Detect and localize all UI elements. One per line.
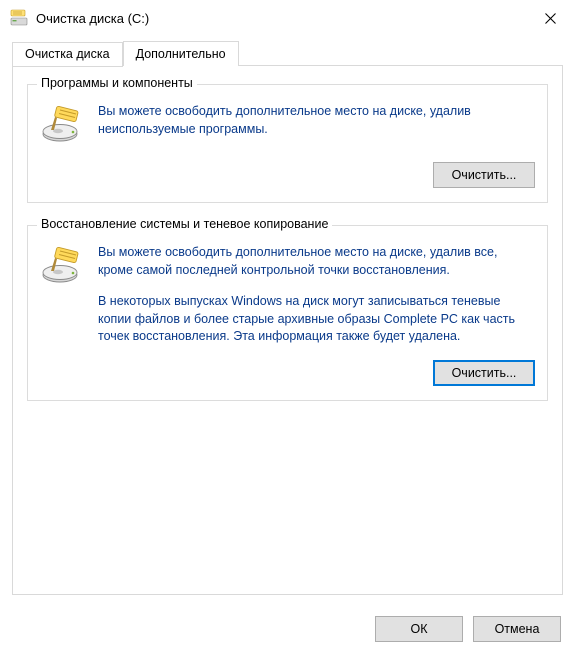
cleanup-restore-button[interactable]: Очистить... [433, 360, 535, 386]
cancel-button[interactable]: Отмена [473, 616, 561, 642]
tab-more-options[interactable]: Дополнительно [123, 41, 239, 66]
group-programs-legend: Программы и компоненты [37, 76, 197, 90]
cleanup-programs-button[interactable]: Очистить... [433, 162, 535, 188]
dialog-footer: ОК Отмена [375, 616, 561, 642]
group-programs-text: Вы можете освободить дополнительное мест… [98, 103, 535, 138]
tab-strip: Очистка диска Дополнительно [12, 40, 563, 65]
drive-broom-icon [40, 103, 84, 148]
group-restore-text: Вы можете освободить дополнительное мест… [98, 244, 535, 346]
window-title: Очистка диска (C:) [36, 11, 527, 26]
tab-disk-cleanup[interactable]: Очистка диска [12, 42, 123, 67]
titlebar: Очистка диска (C:) [0, 0, 575, 36]
tab-panel-more-options: Программы и компоненты Вы може [12, 65, 563, 595]
ok-button[interactable]: ОК [375, 616, 463, 642]
disk-cleanup-icon [10, 9, 28, 27]
restore-description-2: В некоторых выпусках Windows на диск мог… [98, 293, 535, 346]
close-button[interactable] [527, 2, 573, 34]
group-system-restore: Восстановление системы и теневое копиров… [27, 225, 548, 401]
group-programs: Программы и компоненты Вы може [27, 84, 548, 203]
close-icon [545, 13, 556, 24]
dialog-content: Очистка диска Дополнительно Программы и … [0, 36, 575, 595]
restore-description-1: Вы можете освободить дополнительное мест… [98, 244, 535, 279]
group-restore-legend: Восстановление системы и теневое копиров… [37, 217, 332, 231]
drive-broom-icon [40, 244, 84, 289]
programs-description: Вы можете освободить дополнительное мест… [98, 103, 535, 138]
